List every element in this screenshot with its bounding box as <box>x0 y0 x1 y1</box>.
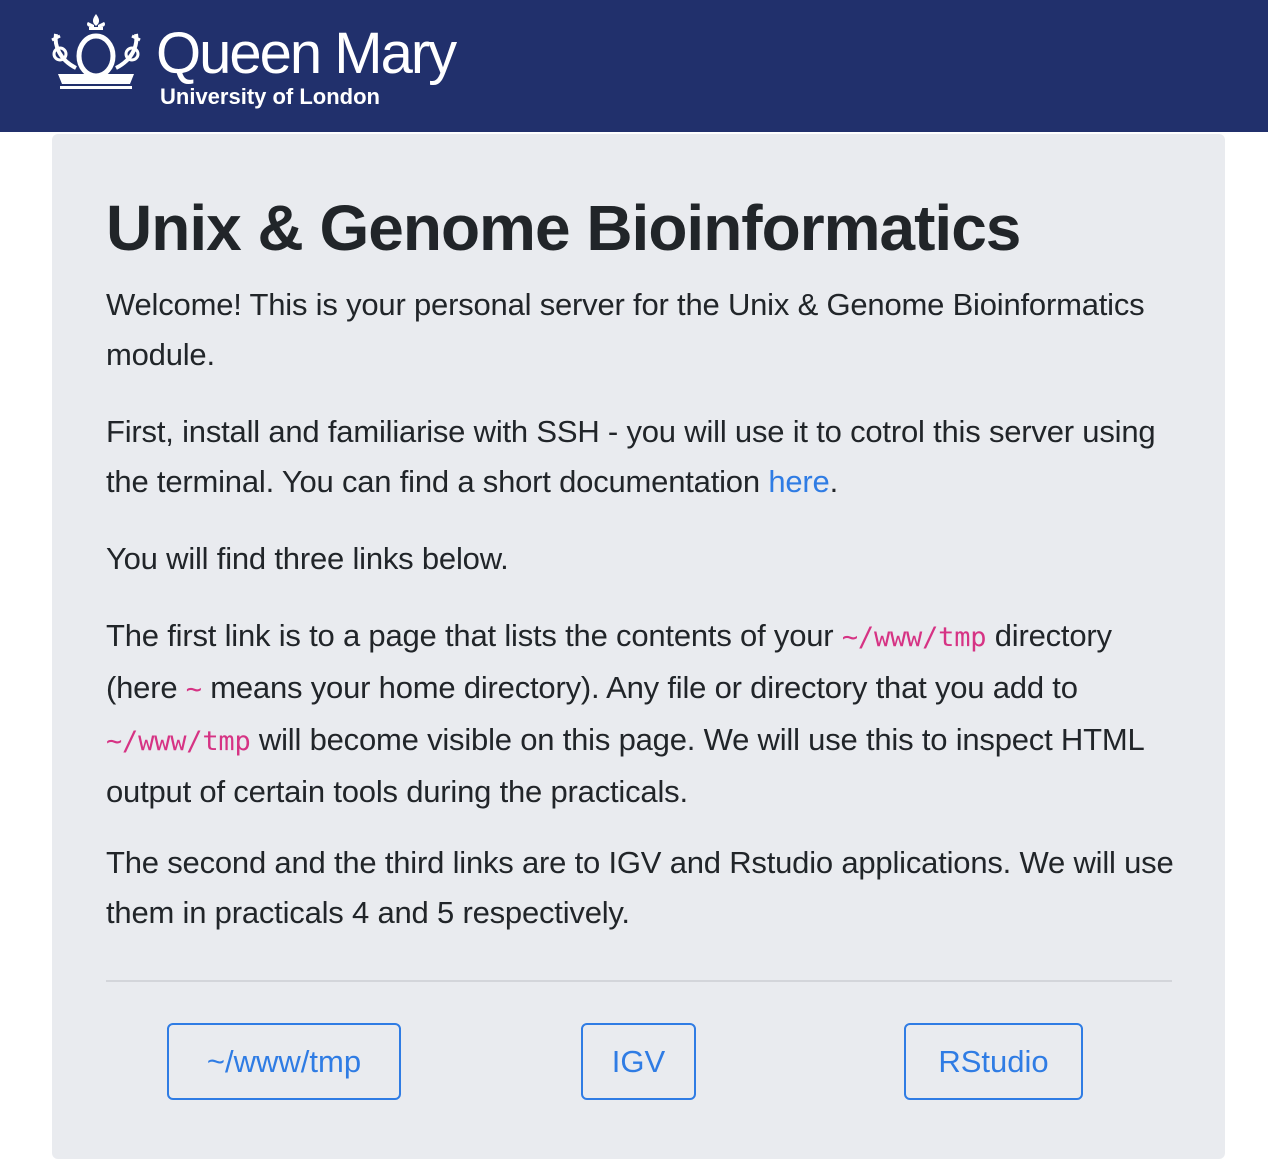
igv-button[interactable]: IGV <box>581 1023 696 1100</box>
logo-name: Queen Mary <box>156 21 457 86</box>
www-tmp-button[interactable]: ~/www/tmp <box>167 1023 401 1100</box>
main-panel: Unix & Genome Bioinformatics Welcome! Th… <box>52 134 1225 1159</box>
documentation-link[interactable]: here <box>768 464 829 499</box>
code-www-tmp-2: ~/www/tmp <box>106 726 251 757</box>
apps-paragraph: The second and the third links are to IG… <box>106 845 1174 930</box>
rstudio-button[interactable]: RStudio <box>904 1023 1083 1100</box>
code-tilde: ~ <box>185 674 202 705</box>
code-www-tmp: ~/www/tmp <box>841 622 987 653</box>
ssh-text: First, install and familiarise with SSH … <box>106 414 1156 499</box>
first-link-paragraph: The first link is to a page that lists t… <box>106 611 1176 817</box>
p4-text-c: means your home directory). Any file or … <box>201 670 1078 705</box>
qmul-logo[interactable]: Queen Mary University of London <box>50 12 457 112</box>
divider <box>106 980 1172 982</box>
p4-text-d: will become visible on this page. We wil… <box>106 722 1144 809</box>
welcome-paragraph: Welcome! This is your personal server fo… <box>106 287 1145 372</box>
crown-icon <box>51 14 141 89</box>
logo-subtitle: University of London <box>160 84 380 109</box>
ssh-text-end: . <box>829 464 839 499</box>
links-intro-paragraph: You will find three links below. <box>106 541 509 576</box>
p4-text-a: The first link is to a page that lists t… <box>106 618 842 653</box>
ssh-paragraph: First, install and familiarise with SSH … <box>106 407 1176 507</box>
top-header-bar: Queen Mary University of London <box>0 0 1268 132</box>
page-title: Unix & Genome Bioinformatics <box>106 192 1021 264</box>
